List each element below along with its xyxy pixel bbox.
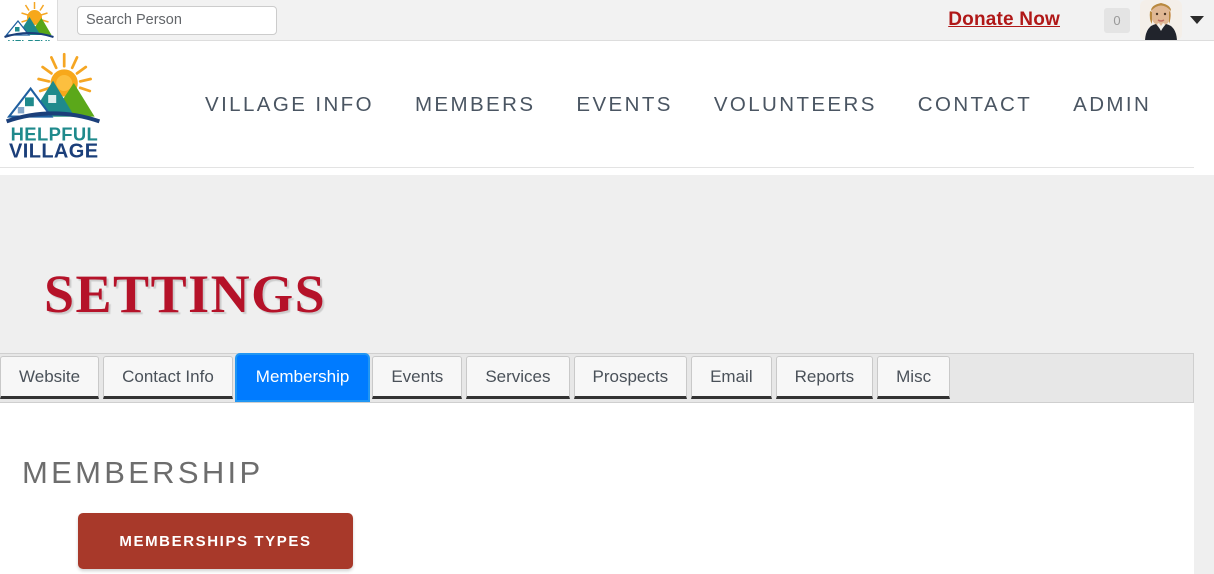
tab-email[interactable]: Email	[691, 356, 772, 399]
memberships-types-button[interactable]: MEMBERSHIPS TYPES	[78, 513, 353, 569]
tab-events[interactable]: Events	[372, 356, 463, 399]
nav-item-volunteers[interactable]: VOLUNTEERS	[714, 93, 877, 117]
topbar-right-group: Donate Now 0	[948, 0, 1214, 41]
page-title: SETTINGS	[44, 264, 327, 324]
search-container	[77, 5, 277, 35]
nav-item-events[interactable]: EVENTS	[576, 93, 672, 117]
tab-content-membership: MEMBERSHIP MEMBERSHIPS TYPES	[0, 404, 1194, 574]
main-navigation: VILLAGE INFO MEMBERS EVENTS VOLUNTEERS C…	[205, 42, 1151, 168]
nav-item-contact[interactable]: CONTACT	[918, 93, 1032, 117]
search-input[interactable]	[77, 5, 277, 35]
nav-item-admin[interactable]: ADMIN	[1073, 93, 1151, 117]
tab-website[interactable]: Website	[0, 356, 100, 399]
nav-item-members[interactable]: MEMBERS	[415, 93, 535, 117]
svg-text:HELPFUL: HELPFUL	[7, 39, 53, 41]
settings-tabstrip: Website Contact Info Membership Events S…	[0, 353, 1194, 403]
donate-now-link[interactable]: Donate Now	[948, 9, 1060, 31]
nav-item-village-info[interactable]: VILLAGE INFO	[205, 93, 374, 117]
helpful-village-mini-logo: HELPFUL	[3, 1, 54, 41]
helpful-village-logo[interactable]: HELPFUL VILLAGE	[5, 51, 101, 159]
user-avatar-photo	[1140, 0, 1182, 40]
cart-count-badge[interactable]: 0	[1104, 7, 1130, 33]
top-utility-bar: HELPFUL Donate Now 0	[0, 0, 1214, 41]
avatar[interactable]	[1140, 0, 1182, 40]
tab-membership[interactable]: Membership	[236, 355, 369, 400]
chevron-down-icon[interactable]	[1190, 16, 1204, 24]
tab-misc[interactable]: Misc	[877, 356, 951, 399]
svg-text:VILLAGE: VILLAGE	[9, 140, 98, 159]
tab-services[interactable]: Services	[466, 356, 570, 399]
site-header: HELPFUL VILLAGE VILLAGE INFO MEMBERS EVE…	[0, 42, 1194, 168]
right-gutter-grey	[1194, 175, 1214, 574]
tab-contact-info[interactable]: Contact Info	[103, 356, 233, 399]
section-title: MEMBERSHIP	[22, 455, 264, 490]
tab-prospects[interactable]: Prospects	[573, 356, 688, 399]
tab-reports[interactable]: Reports	[775, 356, 874, 399]
topbar-logo[interactable]: HELPFUL	[0, 0, 58, 41]
settings-tabs: Website Contact Info Membership Events S…	[0, 355, 951, 400]
